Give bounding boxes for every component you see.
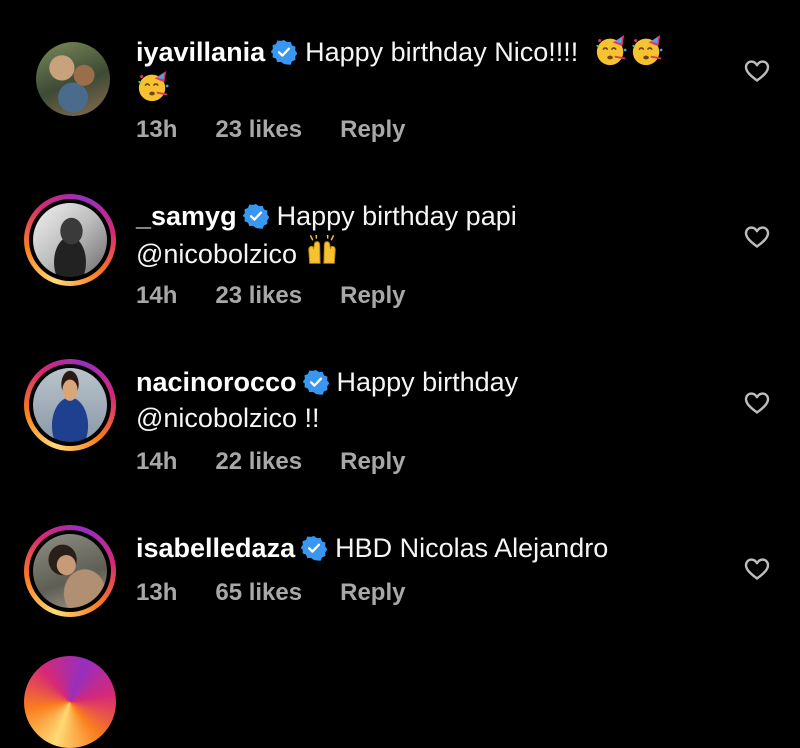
heart-outline-icon[interactable] [744, 59, 770, 83]
comment-body: HBD Nicolas Alejandro [335, 533, 609, 563]
comment-text-line2: @nicobolzico !! [136, 401, 320, 435]
comment-body: Happy birthday Nico!!!! [305, 37, 579, 67]
reply-button[interactable]: Reply [340, 448, 405, 476]
avatar-photo [33, 534, 107, 608]
comment-text-line2: @nicobolzico [136, 235, 339, 271]
verified-badge-icon [303, 369, 329, 395]
partying-face-emoji [594, 33, 628, 67]
comment-body: Happy birthday papi [276, 201, 517, 231]
comment-text: isabelledaza HBD Nicolas Alejandro [136, 531, 608, 565]
mention-link[interactable]: @nicobolzico [136, 239, 297, 269]
comment-time: 13h [136, 579, 178, 606]
avatar[interactable] [24, 30, 116, 122]
heart-outline-icon[interactable] [744, 225, 770, 249]
comment-meta: 14h 22 likes Reply [136, 448, 443, 476]
raising-hands-emoji [305, 235, 339, 269]
avatar-photo [33, 203, 107, 277]
verified-badge-icon [243, 203, 269, 229]
username[interactable]: _samyg [136, 201, 237, 231]
next-comment-avatar-partial [24, 656, 116, 748]
comment-meta: 13h 65 likes Reply [136, 579, 443, 607]
like-count[interactable]: 22 likes [215, 448, 302, 476]
avatar[interactable] [24, 525, 116, 617]
comment-time: 14h [136, 282, 178, 309]
comment-text: nacinorocco Happy birthday [136, 365, 518, 399]
reply-button[interactable]: Reply [340, 579, 405, 607]
reply-button[interactable]: Reply [340, 282, 405, 310]
heart-outline-icon[interactable] [744, 557, 770, 581]
like-count[interactable]: 65 likes [215, 579, 302, 607]
partying-face-emoji [630, 33, 664, 67]
like-count[interactable]: 23 likes [215, 282, 302, 310]
mention-link[interactable]: @nicobolzico !! [136, 403, 320, 433]
reply-button[interactable]: Reply [340, 116, 405, 144]
username[interactable]: iyavillania [136, 37, 265, 67]
avatar[interactable] [24, 359, 116, 451]
verified-badge-icon [301, 535, 327, 561]
comment-text-line2 [136, 69, 170, 105]
comment-time: 13h [136, 116, 178, 143]
comment-text: iyavillania Happy birthday Nico!!!! [136, 33, 664, 69]
like-count[interactable]: 23 likes [215, 116, 302, 144]
username[interactable]: nacinorocco [136, 367, 297, 397]
comment-body: Happy birthday [336, 367, 519, 397]
avatar-photo [36, 42, 110, 116]
partying-face-emoji [136, 69, 170, 103]
comment-time: 14h [136, 448, 178, 475]
avatar-photo [33, 368, 107, 442]
comment-meta: 13h 23 likes Reply [136, 116, 443, 144]
username[interactable]: isabelledaza [136, 533, 295, 563]
verified-badge-icon [271, 39, 297, 65]
avatar[interactable] [24, 194, 116, 286]
comment-meta: 14h 23 likes Reply [136, 282, 443, 310]
heart-outline-icon[interactable] [744, 391, 770, 415]
comment-text: _samyg Happy birthday papi [136, 199, 517, 233]
